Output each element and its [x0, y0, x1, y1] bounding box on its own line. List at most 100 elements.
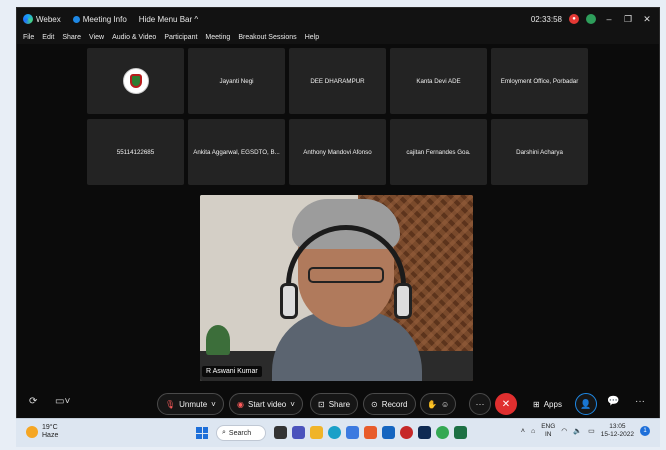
taskbar-search[interactable]: ⌕ Search	[216, 425, 266, 441]
task-view-icon[interactable]	[274, 426, 287, 439]
reactions-icon[interactable]: ☺	[441, 400, 449, 409]
record-button[interactable]: ⊙ Record	[363, 393, 416, 415]
participant-tile[interactable]: Anthony Mandovi Afonso	[289, 119, 386, 185]
store-icon[interactable]	[346, 426, 359, 439]
start-video-label: Start video	[247, 399, 287, 409]
meeting-timer: 02:33:58	[530, 14, 562, 24]
menu-view[interactable]: View	[89, 34, 104, 41]
meeting-info-label: Meeting Info	[82, 14, 127, 24]
more-options-button[interactable]: ···	[469, 393, 491, 415]
restore-button[interactable]: ❐	[622, 14, 634, 25]
muted-microphone-icon: 🎙	[165, 399, 176, 409]
webex-logo-icon	[23, 14, 33, 24]
windows-start-icon[interactable]	[196, 427, 208, 439]
meeting-info-button[interactable]: Meeting Info	[72, 14, 127, 24]
layout-icon[interactable]: ▭˅	[55, 396, 70, 407]
participants-button[interactable]: 👤	[575, 393, 597, 415]
participant-name: cajitan Fernandes Goa.	[406, 148, 471, 156]
ellipsis-icon: ···	[475, 399, 485, 409]
battery-icon[interactable]: ▭	[588, 427, 595, 435]
search-icon: ⌕	[222, 429, 226, 436]
participant-tile[interactable]: DEE DHARAMPUR	[289, 48, 386, 114]
menu-breakout-sessions[interactable]: Breakout Sessions	[238, 34, 296, 41]
menu-file[interactable]: File	[23, 34, 34, 41]
close-button[interactable]: ✕	[641, 14, 653, 25]
more-icon[interactable]: ···	[635, 396, 645, 407]
sun-icon	[26, 426, 38, 438]
edge-browser-icon[interactable]	[328, 426, 341, 439]
chevron-down-icon[interactable]: ˅	[211, 400, 216, 409]
participant-tile[interactable]: Darshini Acharya	[491, 119, 588, 185]
teams-icon[interactable]	[292, 426, 305, 439]
chrome-icon[interactable]	[436, 426, 449, 439]
excel-icon[interactable]	[454, 426, 467, 439]
hide-menu-bar-button[interactable]: Hide Menu Bar ^	[139, 15, 198, 24]
webex-app-label[interactable]: Webex	[23, 14, 61, 24]
office-icon[interactable]	[364, 426, 377, 439]
start-video-button[interactable]: ◉ Start video ˅	[229, 393, 303, 415]
language-indicator[interactable]: ENG IN	[541, 423, 555, 439]
unmute-button[interactable]: 🎙 Unmute ˅	[157, 393, 224, 415]
organization-emblem-icon	[122, 68, 149, 94]
record-label: Record	[381, 399, 408, 409]
meeting-control-bar: ⟳ ▭˅ 🎙 Unmute ˅ ◉ Start video ˅ ⊡ Share …	[17, 390, 659, 420]
chevron-down-icon[interactable]: ˅	[290, 400, 295, 409]
mail-icon[interactable]	[382, 426, 395, 439]
search-label: Search	[228, 429, 252, 437]
participant-name: Ankita Aggarwal, EGSDTO, B...	[193, 148, 280, 156]
participant-name: Anthony Mandovi Afonso	[303, 148, 372, 156]
video-off-icon: ◉	[237, 399, 244, 409]
participant-tile[interactable]: Emloyment Office, Porbadar	[491, 48, 588, 114]
participant-name: Jayanti Negi	[219, 77, 254, 85]
participant-tile[interactable]: Jayanti Negi	[188, 48, 285, 114]
participant-tile[interactable]	[87, 48, 184, 114]
active-speaker-video[interactable]: R Aswani Kumar	[200, 195, 473, 381]
participant-grid: Jayanti Negi DEE DHARAMPUR Kanta Devi AD…	[87, 48, 591, 188]
temperature: 19°C	[42, 424, 58, 431]
weather-widget[interactable]: 19°C Haze	[26, 424, 58, 440]
clock[interactable]: 13:05 15-12-2022	[601, 423, 634, 439]
participant-tile[interactable]: Ankita Aggarwal, EGSDTO, B...	[188, 119, 285, 185]
webex-taskbar-icon[interactable]	[418, 426, 431, 439]
menu-edit[interactable]: Edit	[42, 34, 54, 41]
menu-audio-video[interactable]: Audio & Video	[112, 34, 156, 41]
hand-raise-icon[interactable]: ✋	[427, 400, 437, 409]
file-explorer-icon[interactable]	[310, 426, 323, 439]
menu-meeting[interactable]: Meeting	[205, 34, 230, 41]
security-shield-icon[interactable]	[586, 14, 596, 24]
apps-icon: ⊞	[533, 399, 540, 409]
reactions-button-group[interactable]: ✋ ☺	[420, 393, 457, 415]
unmute-label: Unmute	[179, 399, 208, 409]
video-plant	[206, 325, 230, 355]
headset-earcup-right	[394, 283, 412, 319]
volume-icon[interactable]: 🔈	[573, 427, 582, 435]
share-label: Share	[328, 399, 351, 409]
chevron-up-icon[interactable]: ˄	[521, 428, 525, 435]
participant-name: DEE DHARAMPUR	[310, 77, 365, 85]
menu-help[interactable]: Help	[305, 34, 319, 41]
wifi-icon[interactable]: ◠	[561, 427, 567, 435]
leave-meeting-button[interactable]: ✕	[495, 393, 517, 415]
opera-icon[interactable]	[400, 426, 413, 439]
hide-menu-bar-label: Hide Menu Bar ^	[138, 14, 199, 24]
close-icon: ✕	[501, 398, 511, 410]
system-tray: ˄ ⌂ ENG IN ◠ 🔈 ▭ 13:05 15-12-2022 1	[521, 423, 650, 439]
share-button[interactable]: ⊡ Share	[310, 393, 359, 415]
weather-condition: Haze	[42, 432, 59, 439]
apps-label: Apps	[543, 399, 562, 409]
participant-tile[interactable]: cajitan Fernandes Goa.	[390, 119, 487, 185]
apps-button[interactable]: ⊞ Apps	[526, 393, 569, 415]
noise-removal-icon[interactable]: ⟳	[29, 396, 37, 407]
headset-earcup-left	[280, 283, 298, 319]
notification-badge[interactable]: 1	[640, 426, 650, 436]
recording-indicator-icon: ●	[569, 14, 579, 24]
participant-tile[interactable]: Kanta Devi ADE	[390, 48, 487, 114]
chat-icon[interactable]: 💬	[607, 396, 619, 407]
person-icon: 👤	[580, 398, 592, 409]
language-region: IN	[545, 431, 552, 438]
participant-tile[interactable]: 55114122685	[87, 119, 184, 185]
menu-share[interactable]: Share	[62, 34, 81, 41]
minimize-button[interactable]: –	[603, 14, 615, 24]
network-icon[interactable]: ⌂	[531, 428, 535, 435]
menu-participant[interactable]: Participant	[164, 34, 197, 41]
